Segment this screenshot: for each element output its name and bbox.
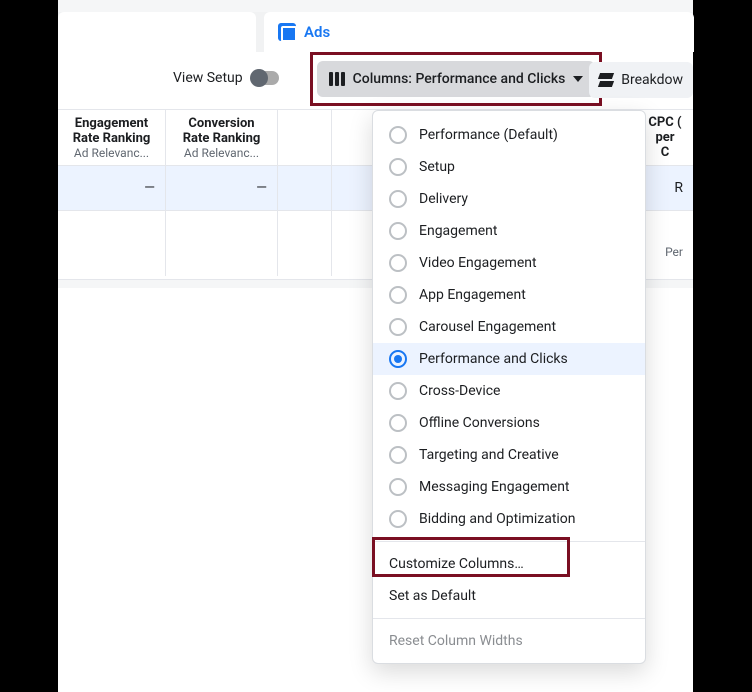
footer-cell bbox=[166, 211, 278, 276]
tab-ads-label: Ads bbox=[304, 23, 330, 41]
column-preset-option[interactable]: Messaging Engagement bbox=[373, 471, 645, 503]
col-title: Conversion Rate Ranking bbox=[174, 117, 269, 147]
radio-icon bbox=[389, 510, 407, 528]
column-preset-option[interactable]: Cross-Device bbox=[373, 375, 645, 407]
view-setup-toggle[interactable] bbox=[251, 71, 279, 85]
option-label: Bidding and Optimization bbox=[419, 511, 576, 527]
option-label: Performance and Clicks bbox=[419, 351, 568, 367]
radio-icon bbox=[389, 158, 407, 176]
col-header-gap[interactable] bbox=[278, 110, 332, 165]
columns-icon bbox=[329, 72, 345, 86]
columns-dropdown-menu: Performance (Default) Setup Delivery Engage… bbox=[372, 110, 646, 664]
footer-sub: Per bbox=[665, 245, 683, 259]
divider bbox=[373, 541, 645, 542]
col-title: CPC ( bbox=[645, 116, 685, 131]
option-label: Video Engagement bbox=[419, 255, 537, 271]
chevron-down-icon bbox=[573, 76, 583, 82]
tabs-row: Ads bbox=[58, 12, 693, 52]
column-preset-option[interactable]: Setup bbox=[373, 151, 645, 183]
toolbar: View Setup Columns: Performance and Clic… bbox=[58, 52, 693, 110]
column-preset-option[interactable]: Offline Conversions bbox=[373, 407, 645, 439]
radio-icon bbox=[389, 382, 407, 400]
columns-button-highlight: Columns: Performance and Clicks bbox=[310, 52, 602, 106]
col-title3: C bbox=[645, 146, 685, 161]
option-label: Engagement bbox=[419, 223, 497, 239]
radio-icon bbox=[389, 190, 407, 208]
view-setup-group: View Setup bbox=[173, 70, 279, 86]
option-label: Performance (Default) bbox=[419, 127, 558, 143]
divider bbox=[373, 618, 645, 619]
footer-cell bbox=[58, 211, 166, 276]
cell-engagement: — bbox=[58, 166, 166, 210]
option-label: Messaging Engagement bbox=[419, 479, 570, 495]
option-label: Targeting and Creative bbox=[419, 447, 559, 463]
option-label: Cross-Device bbox=[419, 383, 500, 399]
ads-icon bbox=[278, 23, 296, 41]
radio-icon bbox=[389, 222, 407, 240]
option-label: Delivery bbox=[419, 191, 468, 207]
option-label: Carousel Engagement bbox=[419, 319, 556, 335]
column-preset-option[interactable]: App Engagement bbox=[373, 279, 645, 311]
option-label: Offline Conversions bbox=[419, 415, 540, 431]
column-preset-option[interactable]: Carousel Engagement bbox=[373, 311, 645, 343]
col-title2: per bbox=[645, 131, 685, 146]
col-header-conversion[interactable]: Conversion Rate Ranking Ad Relevanc... bbox=[166, 110, 278, 165]
radio-icon bbox=[389, 350, 407, 368]
breakdown-icon bbox=[599, 73, 613, 87]
column-preset-option[interactable]: Delivery bbox=[373, 183, 645, 215]
customize-columns-action[interactable]: Customize Columns… bbox=[373, 548, 645, 580]
option-label: App Engagement bbox=[419, 287, 526, 303]
col-subtitle: Ad Relevanc... bbox=[174, 146, 269, 160]
option-label: Setup bbox=[419, 159, 455, 175]
cell-gap bbox=[278, 166, 332, 210]
col-header-engagement[interactable]: Engagement Rate Ranking Ad Relevanc... bbox=[58, 110, 166, 165]
footer-value bbox=[680, 229, 683, 245]
radio-icon bbox=[389, 446, 407, 464]
radio-icon bbox=[389, 286, 407, 304]
radio-icon bbox=[389, 126, 407, 144]
view-setup-label: View Setup bbox=[173, 70, 243, 86]
column-preset-option[interactable]: Targeting and Creative bbox=[373, 439, 645, 471]
column-preset-option[interactable]: Performance (Default) bbox=[373, 119, 645, 151]
columns-dropdown-button[interactable]: Columns: Performance and Clicks bbox=[317, 61, 596, 97]
reset-widths-action[interactable]: Reset Column Widths bbox=[373, 625, 645, 657]
set-default-action[interactable]: Set as Default bbox=[373, 580, 645, 612]
radio-icon bbox=[389, 318, 407, 336]
column-preset-option[interactable]: Performance and Clicks bbox=[373, 343, 645, 375]
col-subtitle: Ad Relevanc... bbox=[66, 146, 157, 160]
radio-icon bbox=[389, 414, 407, 432]
breakdown-label: Breakdow bbox=[621, 72, 683, 88]
column-preset-option[interactable]: Bidding and Optimization bbox=[373, 503, 645, 535]
tab-ads[interactable]: Ads bbox=[264, 12, 694, 52]
col-title: Engagement Rate Ranking bbox=[66, 117, 157, 147]
footer-cell bbox=[278, 211, 332, 276]
radio-icon bbox=[389, 478, 407, 496]
column-preset-option[interactable]: Video Engagement bbox=[373, 247, 645, 279]
tab-previous[interactable] bbox=[58, 12, 256, 52]
cell-conversion: — bbox=[166, 166, 278, 210]
radio-icon bbox=[389, 254, 407, 272]
breakdown-button[interactable]: Breakdow bbox=[589, 62, 693, 98]
column-preset-option[interactable]: Engagement bbox=[373, 215, 645, 247]
columns-button-label: Columns: Performance and Clicks bbox=[353, 71, 566, 87]
